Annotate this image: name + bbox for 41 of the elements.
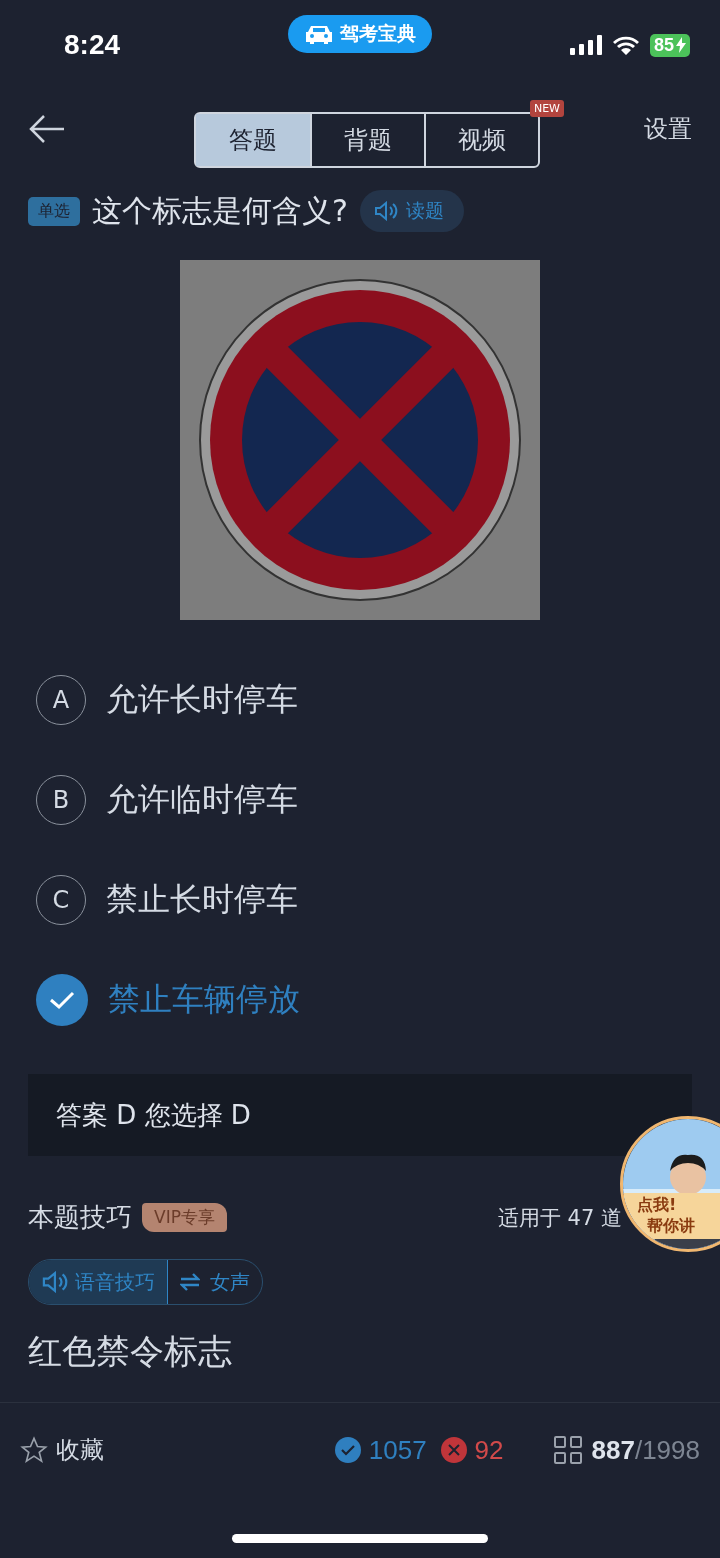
settings-link[interactable]: 设置 — [644, 113, 692, 145]
checked-icon[interactable] — [36, 974, 88, 1026]
question-type-tag: 单选 — [28, 196, 80, 226]
charging-bolt-icon — [676, 37, 686, 53]
option-text[interactable]: 允许长时停车 — [106, 678, 298, 722]
wrong-count: 92 — [474, 1434, 504, 1466]
bubble-text: 点我! — [637, 1195, 677, 1216]
applies-text: 适用于 47 道 — [497, 1204, 622, 1232]
mode-tab[interactable]: 背题 — [310, 114, 424, 166]
answer-text: 答案 D 您选择 D — [56, 1098, 251, 1132]
wrong-icon — [440, 1437, 467, 1463]
vip-tag: VIP专享 — [142, 1203, 227, 1232]
correct-count: 1057 — [368, 1434, 427, 1466]
bubble-text: 帮你讲 — [646, 1216, 695, 1237]
tips-title: 本题技巧 — [28, 1201, 132, 1234]
tips-content: 红色禁令标志 — [28, 1330, 233, 1373]
question-text: 这个标志是何含义? — [92, 191, 348, 230]
new-badge: NEW — [529, 100, 564, 117]
status-time: 8:24 — [64, 29, 121, 61]
correct-icon — [334, 1437, 361, 1463]
helper-bubble[interactable]: 点我! 帮你讲 — [620, 1116, 720, 1252]
car-icon — [304, 23, 334, 45]
progress-count[interactable]: 887/1998 — [591, 1434, 700, 1466]
option-text[interactable]: 禁止长时停车 — [106, 878, 298, 922]
speaker-icon — [373, 201, 400, 221]
swap-icon — [180, 1273, 200, 1291]
option-text[interactable]: 允许临时停车 — [106, 778, 298, 822]
back-arrow-icon[interactable] — [28, 114, 66, 144]
voice-switch-button[interactable]: 女声 — [168, 1260, 262, 1304]
option-letter[interactable]: B — [36, 775, 86, 825]
wifi-icon — [611, 35, 640, 55]
option-text[interactable]: 禁止车辆停放 — [108, 978, 300, 1022]
battery-level: 85 — [649, 33, 690, 57]
star-icon[interactable] — [20, 1436, 48, 1464]
grid-icon[interactable] — [553, 1436, 582, 1464]
mode-tab[interactable]: 答题 — [196, 114, 310, 166]
favorite-label[interactable]: 收藏 — [56, 1434, 104, 1466]
app-name: 驾考宝典 — [340, 21, 416, 46]
signal-icon — [569, 35, 602, 55]
option-letter[interactable]: A — [36, 675, 86, 725]
option-letter[interactable]: C — [36, 875, 86, 925]
